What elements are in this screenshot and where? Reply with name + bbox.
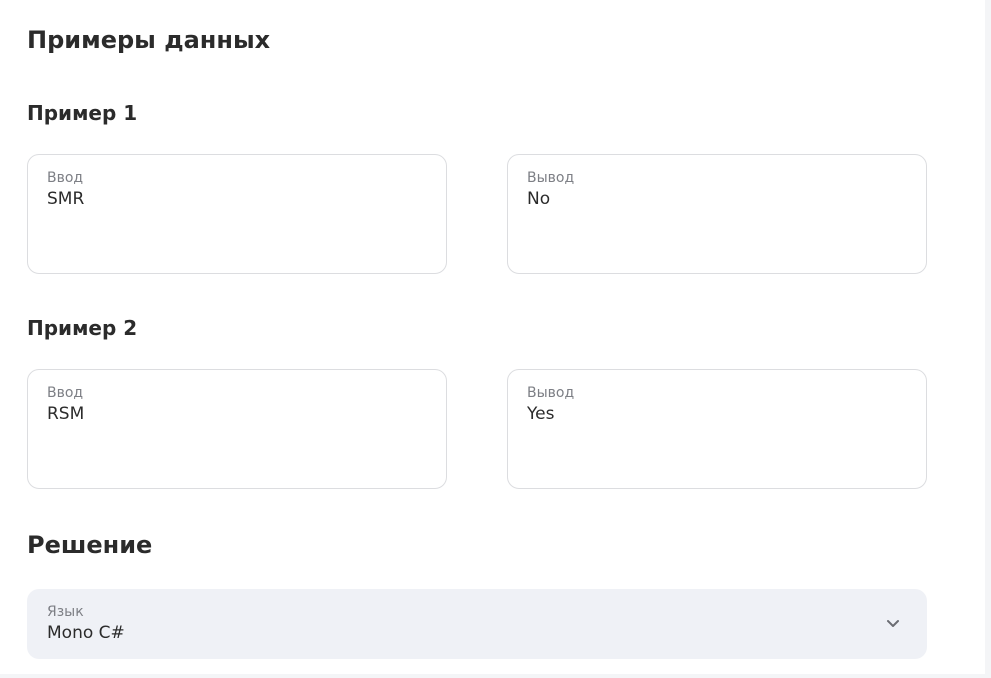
example-1-heading: Пример 1 [27,101,138,125]
language-label: Язык [47,604,84,620]
input-value[interactable]: RSM [47,402,427,426]
examples-heading: Примеры данных [27,26,271,54]
problem-page: Примеры данных Пример 1 Ввод SMR Вывод N… [0,0,991,678]
example-2-heading: Пример 2 [27,316,138,340]
input-value[interactable]: SMR [47,187,427,211]
bottom-divider [0,674,991,678]
input-label: Ввод [47,385,84,401]
example-2-output-box[interactable]: Вывод Yes [507,369,927,489]
chevron-down-icon[interactable] [885,615,901,631]
output-label: Вывод [527,385,575,401]
output-value[interactable]: Yes [527,402,907,426]
language-value: Mono C# [47,623,125,643]
scrollbar-track[interactable] [985,0,991,678]
output-value[interactable]: No [527,187,907,211]
solution-heading: Решение [27,531,153,559]
output-label: Вывод [527,170,575,186]
example-1-input-box[interactable]: Ввод SMR [27,154,447,274]
example-1-output-box[interactable]: Вывод No [507,154,927,274]
input-label: Ввод [47,170,84,186]
example-2-input-box[interactable]: Ввод RSM [27,369,447,489]
language-select[interactable]: Язык Mono C# [27,589,927,659]
